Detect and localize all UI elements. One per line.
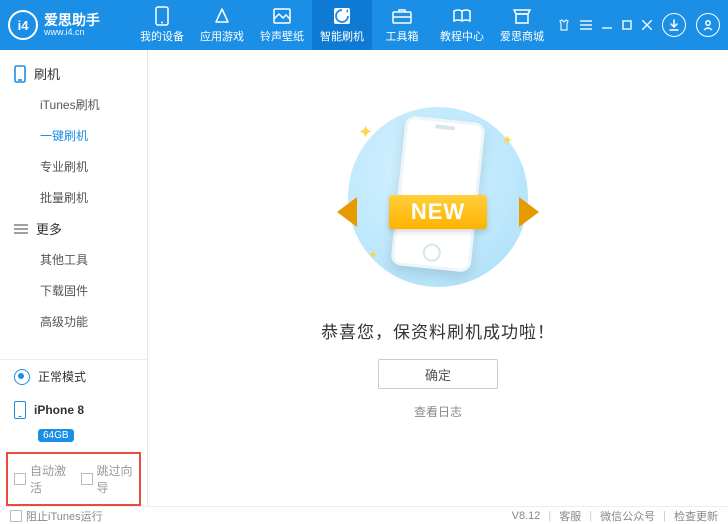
shirt-icon[interactable] bbox=[558, 19, 570, 31]
nav-label: 应用游戏 bbox=[200, 28, 244, 44]
check-update-link[interactable]: 检查更新 bbox=[674, 508, 718, 524]
user-button[interactable] bbox=[696, 13, 720, 37]
device-mode-label: 正常模式 bbox=[38, 368, 86, 385]
checkbox-block-itunes[interactable]: 阻止iTunes运行 bbox=[10, 508, 103, 524]
ribbon-text: NEW bbox=[389, 195, 487, 229]
checkbox-label: 跳过向导 bbox=[97, 462, 134, 496]
sidebar-group-label: 刷机 bbox=[34, 64, 60, 83]
success-headline: 恭喜您，保资料刷机成功啦！ bbox=[321, 318, 555, 343]
nav-flash[interactable]: 智能刷机 bbox=[312, 0, 372, 50]
sidebar-item-itunes-flash[interactable]: iTunes刷机 bbox=[0, 89, 147, 120]
close-icon[interactable] bbox=[642, 20, 652, 30]
more-icon bbox=[14, 223, 28, 235]
nav-label: 铃声壁纸 bbox=[260, 28, 304, 44]
checkbox-icon bbox=[14, 473, 26, 485]
flash-icon bbox=[333, 6, 351, 26]
options-highlight: 自动激活 跳过向导 bbox=[6, 452, 141, 506]
checkbox-icon bbox=[81, 473, 93, 485]
sidebar-item-batch-flash[interactable]: 批量刷机 bbox=[0, 182, 147, 213]
checkbox-skip-guide[interactable]: 跳过向导 bbox=[81, 462, 134, 496]
nav-label: 教程中心 bbox=[440, 28, 484, 44]
nav-label: 我的设备 bbox=[140, 28, 184, 44]
maximize-icon[interactable] bbox=[622, 20, 632, 30]
nav-tutorials[interactable]: 教程中心 bbox=[432, 0, 492, 50]
phone-icon bbox=[155, 6, 169, 26]
minimize-icon[interactable] bbox=[602, 20, 612, 30]
device-info[interactable]: iPhone 8 bbox=[0, 393, 147, 427]
sidebar-item-advanced[interactable]: 高级功能 bbox=[0, 306, 147, 337]
menu-icon[interactable] bbox=[580, 20, 592, 30]
mode-icon bbox=[14, 369, 30, 385]
tutorial-icon bbox=[452, 6, 472, 26]
checkbox-label: 自动激活 bbox=[30, 462, 67, 496]
device-outline-icon bbox=[14, 65, 26, 83]
sparkle-icon: ✦ bbox=[368, 248, 378, 262]
top-nav: 我的设备 应用游戏 铃声壁纸 智能刷机 工具箱 教程中心 爱思商城 bbox=[132, 0, 552, 50]
success-illustration: ✦ ✦ ✦ NEW bbox=[338, 102, 538, 292]
toolbox-icon bbox=[392, 6, 412, 26]
sidebar: 刷机 iTunes刷机 一键刷机 专业刷机 批量刷机 更多 其他工具 下载固件 … bbox=[0, 50, 148, 506]
nav-my-device[interactable]: 我的设备 bbox=[132, 0, 192, 50]
sidebar-group-flash[interactable]: 刷机 bbox=[0, 58, 147, 89]
nav-toolbox[interactable]: 工具箱 bbox=[372, 0, 432, 50]
new-ribbon: NEW bbox=[343, 189, 533, 235]
sidebar-group-label: 更多 bbox=[36, 219, 62, 238]
nav-apps[interactable]: 应用游戏 bbox=[192, 0, 252, 50]
statusbar: 阻止iTunes运行 V8.12 | 客服 | 微信公众号 | 检查更新 bbox=[0, 506, 728, 524]
wallpaper-icon bbox=[273, 6, 291, 26]
sidebar-item-download-firmware[interactable]: 下载固件 bbox=[0, 275, 147, 306]
store-icon bbox=[512, 6, 532, 26]
sparkle-icon: ✦ bbox=[358, 122, 373, 143]
version-label: V8.12 bbox=[512, 510, 541, 522]
device-name: iPhone 8 bbox=[34, 403, 84, 417]
confirm-button[interactable]: 确定 bbox=[378, 359, 498, 389]
checkbox-icon bbox=[10, 510, 22, 522]
nav-ringtones[interactable]: 铃声壁纸 bbox=[252, 0, 312, 50]
brand-name: 爱思助手 bbox=[44, 13, 100, 27]
window-controls bbox=[558, 13, 720, 37]
download-button[interactable] bbox=[662, 13, 686, 37]
brand-url: www.i4.cn bbox=[44, 27, 100, 38]
brand-logo-icon: i4 bbox=[8, 10, 38, 40]
apps-icon bbox=[213, 6, 231, 26]
support-link[interactable]: 客服 bbox=[559, 508, 581, 524]
sidebar-item-pro-flash[interactable]: 专业刷机 bbox=[0, 151, 147, 182]
checkbox-label: 阻止iTunes运行 bbox=[26, 508, 103, 524]
sparkle-icon: ✦ bbox=[501, 132, 513, 149]
device-mode[interactable]: 正常模式 bbox=[0, 360, 147, 393]
wechat-link[interactable]: 微信公众号 bbox=[600, 508, 655, 524]
brand: i4 爱思助手 www.i4.cn bbox=[8, 10, 132, 40]
sidebar-group-more[interactable]: 更多 bbox=[0, 213, 147, 244]
phone-mini-icon bbox=[14, 401, 26, 419]
nav-store[interactable]: 爱思商城 bbox=[492, 0, 552, 50]
nav-label: 智能刷机 bbox=[320, 28, 364, 44]
nav-label: 工具箱 bbox=[386, 28, 419, 44]
titlebar: i4 爱思助手 www.i4.cn 我的设备 应用游戏 铃声壁纸 智能刷机 工具… bbox=[0, 0, 728, 50]
checkbox-auto-activate[interactable]: 自动激活 bbox=[14, 462, 67, 496]
storage-badge: 64GB bbox=[38, 429, 74, 442]
sidebar-item-other-tools[interactable]: 其他工具 bbox=[0, 244, 147, 275]
main-panel: ✦ ✦ ✦ NEW 恭喜您，保资料刷机成功啦！ 确定 查看日志 bbox=[148, 50, 728, 506]
view-log-link[interactable]: 查看日志 bbox=[414, 403, 462, 420]
sidebar-item-oneclick-flash[interactable]: 一键刷机 bbox=[0, 120, 147, 151]
nav-label: 爱思商城 bbox=[500, 28, 544, 44]
